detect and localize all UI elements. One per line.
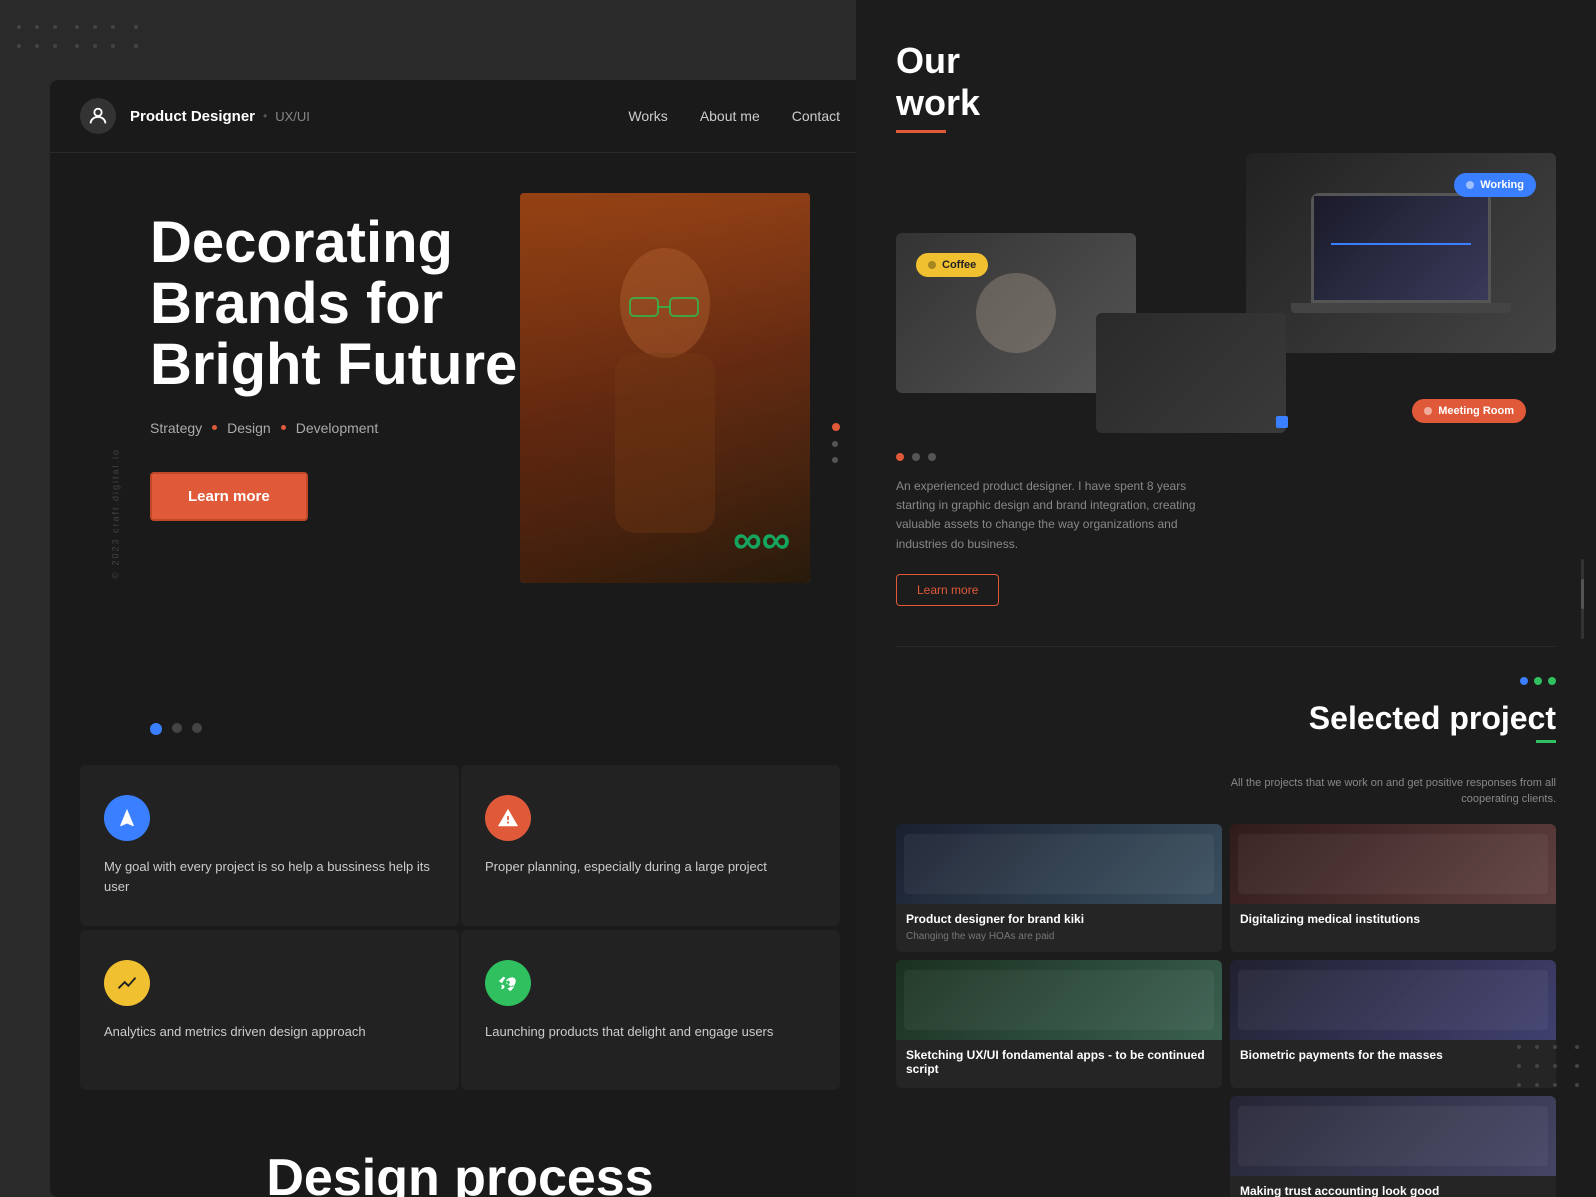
card-planning: Proper planning, especially during a lar… (461, 765, 840, 926)
title-underline (896, 130, 946, 133)
work-collage: Working Coffee Meeting Room (896, 153, 1556, 433)
dp-header: Design process (150, 1150, 770, 1197)
sp-dot-green-1 (1534, 677, 1542, 685)
proj-content-4: Biometric payments for the masses (1230, 1040, 1556, 1074)
tag-dot-1 (212, 425, 217, 430)
v-dot-3 (832, 457, 838, 463)
section-divider (896, 646, 1556, 647)
proj-card-5-wrapper: Making trust accounting look good (896, 1096, 1556, 1197)
badge-dot-coffee (928, 261, 936, 269)
proj-card-2[interactable]: Digitalizing medical institutions (1230, 824, 1556, 952)
badge-coffee: Coffee (916, 253, 988, 277)
card-icon-chart (104, 960, 150, 1006)
our-work-title: Our work (896, 40, 1556, 124)
card-launch: Launching products that delight and enga… (461, 930, 840, 1090)
tag-design: Design (227, 420, 271, 436)
hero-title: Decorating Brands for Bright Future (150, 213, 570, 396)
work-dot-indicators (896, 453, 1556, 461)
blue-rect-deco (1276, 416, 1288, 428)
decorative-dots-topleft (10, 20, 145, 58)
proj-title-5: Making trust accounting look good (1240, 1184, 1546, 1197)
proj-card-5[interactable]: Making trust accounting look good (1230, 1096, 1556, 1197)
neon-decoration: ∞∞ (733, 518, 790, 563)
proj-img-2 (1230, 824, 1556, 904)
proj-content-5: Making trust accounting look good (1230, 1176, 1556, 1197)
our-work-section: Our work (856, 0, 1596, 636)
proj-img-1 (896, 824, 1222, 904)
badge-meeting: Meeting Room (1412, 399, 1526, 423)
laptop-screen (1311, 193, 1491, 303)
nav-separator: • (263, 109, 267, 123)
proj-card-4[interactable]: Biometric payments for the masses (1230, 960, 1556, 1088)
logo (80, 98, 116, 134)
tag-strategy: Strategy (150, 420, 202, 436)
card-icon-alert (485, 795, 531, 841)
hero-section: Decorating Brands for Bright Future Stra… (50, 153, 870, 733)
dot-3 (928, 453, 936, 461)
proj-title-4: Biometric payments for the masses (1240, 1048, 1546, 1062)
proj-content-3: Sketching UX/UI fondamental apps - to be… (896, 1040, 1222, 1088)
work-img-side2 (1096, 313, 1286, 433)
tag-development: Development (296, 420, 379, 436)
left-panel: Product Designer • UX/UI Works About me … (50, 80, 870, 1197)
sp-underline (1536, 740, 1556, 743)
hero-text: Decorating Brands for Bright Future Stra… (150, 213, 570, 521)
nav-link-works[interactable]: Works (628, 108, 667, 124)
card-icon-navigation (104, 795, 150, 841)
proj-img-5 (1230, 1096, 1556, 1176)
vertical-copyright: © 2023 craft.digital.io (110, 448, 120, 579)
badge-dot-meeting (1424, 407, 1432, 415)
dp-title: Design process (266, 1150, 653, 1197)
badge-dot-working (1466, 181, 1474, 189)
card-analytics-text: Analytics and metrics driven design appr… (104, 1022, 435, 1042)
decorative-dots-bottomright (1510, 1040, 1586, 1097)
nav-subtitle: UX/UI (275, 109, 310, 124)
proj-title-3: Sketching UX/UI fondamental apps - to be… (906, 1048, 1212, 1076)
badge-working: Working (1454, 173, 1536, 197)
nav-link-about[interactable]: About me (700, 108, 760, 124)
proj-title-2: Digitalizing medical institutions (1240, 912, 1546, 926)
navbar: Product Designer • UX/UI Works About me … (50, 80, 870, 153)
scroll-indicator (1581, 559, 1584, 639)
dot-2 (912, 453, 920, 461)
proj-img-4 (1230, 960, 1556, 1040)
card-goal: My goal with every project is so help a … (80, 765, 459, 926)
work-description: An experienced product designer. I have … (896, 477, 1216, 554)
sp-intro: All the projects that we work on and get… (1206, 775, 1556, 808)
sp-dot-row (1309, 677, 1556, 685)
vertical-nav-dots (832, 423, 840, 463)
dot-1 (896, 453, 904, 461)
proj-title-1: Product designer for brand kiki (906, 912, 1212, 926)
proj-img-3 (896, 960, 1222, 1040)
scroll-thumb (1581, 579, 1584, 609)
selected-project-section: Selected project All the projects that w… (856, 657, 1596, 1197)
design-process-section: Design process I am a product designer b… (50, 1110, 870, 1197)
sp-dot-blue (1520, 677, 1528, 685)
nav-links: Works About me Contact (628, 108, 840, 124)
feature-cards: My goal with every project is so help a … (50, 765, 870, 1090)
tag-dot-2 (281, 425, 286, 430)
project-grid: Product designer for brand kiki Changing… (896, 824, 1556, 1088)
card-planning-text: Proper planning, especially during a lar… (485, 857, 816, 877)
v-dot-2 (832, 441, 838, 447)
card-analytics: Analytics and metrics driven design appr… (80, 930, 459, 1090)
proj-subtitle-1: Changing the way HOAs are paid (906, 930, 1212, 944)
card-icon-rocket (485, 960, 531, 1006)
proj-card-3[interactable]: Sketching UX/UI fondamental apps - to be… (896, 960, 1222, 1088)
right-panel: Our work (856, 0, 1596, 1197)
proj-content-2: Digitalizing medical institutions (1230, 904, 1556, 938)
v-dot-1 (832, 423, 840, 431)
brand-name: Product Designer (130, 108, 255, 125)
nav-link-contact[interactable]: Contact (792, 108, 840, 124)
proj-content-1: Product designer for brand kiki Changing… (896, 904, 1222, 952)
proj-card-1[interactable]: Product designer for brand kiki Changing… (896, 824, 1222, 952)
card-launch-text: Launching products that delight and enga… (485, 1022, 816, 1042)
laptop-base (1291, 303, 1511, 313)
hero-tags: Strategy Design Development (150, 420, 570, 436)
sp-title: Selected project (1309, 701, 1556, 736)
learn-more-button[interactable]: Learn more (896, 574, 999, 606)
hero-cta-button[interactable]: Learn more (150, 472, 308, 521)
card-goal-text: My goal with every project is so help a … (104, 857, 435, 896)
sp-dot-green-2 (1548, 677, 1556, 685)
